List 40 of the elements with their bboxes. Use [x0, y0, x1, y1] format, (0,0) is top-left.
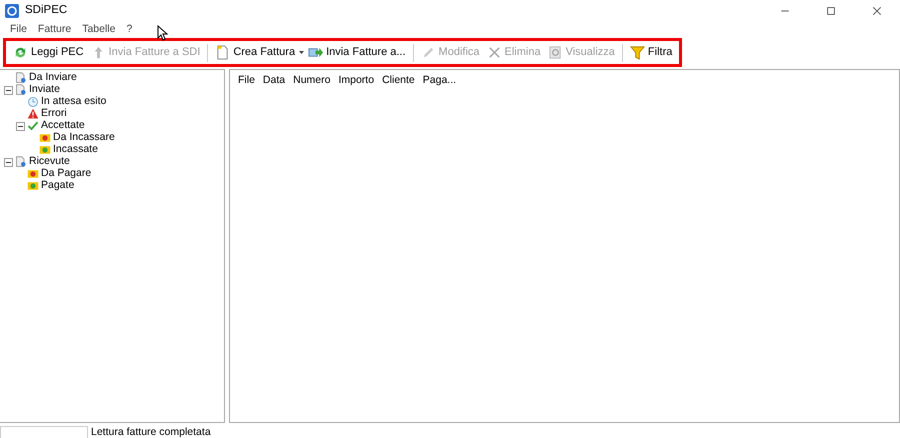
toolbar-button[interactable]: Crea Fattura — [212, 42, 298, 63]
banknote-icon — [27, 180, 39, 192]
maximize-icon[interactable] — [825, 5, 837, 17]
dropdown-caret-icon[interactable] — [299, 51, 304, 54]
toolbar-button[interactable]: Leggi PEC — [10, 42, 87, 63]
tree-item[interactable]: Inviate — [29, 82, 60, 98]
close-icon[interactable] — [871, 5, 883, 17]
magnifier-icon — [548, 45, 563, 60]
menu-item[interactable]: File — [10, 22, 38, 38]
column-header[interactable]: Cliente — [378, 73, 419, 89]
cross-icon — [486, 45, 502, 60]
menu-item[interactable]: Fatture — [38, 22, 82, 38]
app-logo-icon — [5, 4, 19, 18]
window-title: SDiPEC — [25, 3, 68, 18]
column-header[interactable]: Importo — [334, 73, 378, 89]
checkmark-icon — [27, 120, 39, 132]
column-header[interactable]: Paga... — [418, 73, 460, 89]
toolbar-button[interactable]: Filtra — [626, 42, 676, 63]
column-header[interactable]: File — [234, 73, 259, 89]
funnel-icon — [630, 45, 645, 60]
clock-icon — [27, 96, 39, 108]
refresh-icon — [13, 45, 28, 60]
toolbar-button[interactable]: Invia Fatture a... — [305, 42, 409, 63]
column-header[interactable]: Data — [258, 73, 290, 89]
menu-item[interactable]: ? — [126, 22, 144, 38]
collapse-toggle-icon[interactable] — [16, 122, 25, 130]
document-icon — [15, 84, 27, 96]
collapse-toggle-icon[interactable] — [4, 86, 13, 94]
banknote-icon — [39, 144, 51, 156]
collapse-toggle-icon[interactable] — [4, 158, 13, 166]
document-icon — [15, 156, 27, 168]
document-icon — [15, 72, 27, 84]
banknote-icon — [27, 168, 39, 180]
status-text: Lettura fatture completata — [90, 425, 211, 438]
warning-icon — [27, 108, 39, 120]
banknote-icon — [39, 132, 51, 144]
document-icon — [215, 45, 230, 60]
column-header[interactable]: Numero — [289, 73, 334, 89]
mouse-cursor-icon — [157, 25, 168, 41]
menu-item[interactable]: Tabelle — [82, 22, 126, 38]
